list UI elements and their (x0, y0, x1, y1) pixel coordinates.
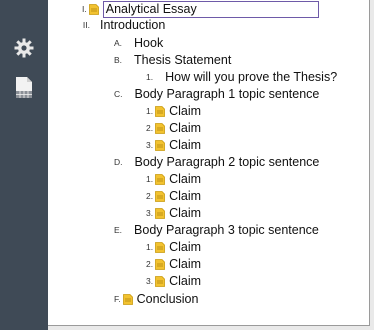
note-icon[interactable] (155, 208, 165, 219)
row-marker: 3. (146, 276, 154, 286)
row-text[interactable]: Introduction (100, 16, 165, 35)
note-icon[interactable] (155, 106, 165, 117)
row-marker: II. (82, 20, 90, 30)
sidebar (0, 0, 48, 330)
row-text[interactable]: Conclusion (137, 290, 199, 309)
outline-document: I. Analytical Essay II. Introduction A. … (48, 0, 370, 326)
gear-button[interactable] (10, 34, 38, 62)
outline-row[interactable]: 3. Claim (146, 272, 201, 291)
row-marker: C. (114, 89, 123, 99)
row-marker: B. (114, 55, 123, 65)
note-icon[interactable] (155, 174, 165, 185)
outline-row[interactable]: II. Introduction (80, 16, 165, 35)
note-icon[interactable] (155, 242, 165, 253)
note-icon[interactable] (155, 123, 165, 134)
note-icon[interactable] (88, 4, 99, 15)
outline-row[interactable]: D. Body Paragraph 2 topic sentence (114, 153, 319, 172)
note-icon[interactable] (155, 191, 165, 202)
document-table-icon (14, 76, 34, 100)
outline-row[interactable]: F. Conclusion (114, 290, 198, 309)
note-icon[interactable] (155, 276, 165, 287)
row-marker: D. (114, 157, 123, 167)
row-marker: E. (114, 225, 123, 235)
note-icon[interactable] (155, 140, 165, 151)
outline-row[interactable]: E. Body Paragraph 3 topic sentence (114, 221, 319, 240)
document-button[interactable] (10, 74, 38, 102)
note-icon[interactable] (122, 294, 133, 305)
note-icon[interactable] (155, 259, 165, 270)
row-marker: F. (114, 294, 121, 304)
row-text[interactable]: Claim (169, 272, 201, 291)
outline-row[interactable]: C. Body Paragraph 1 topic sentence (114, 85, 319, 104)
gear-icon (13, 37, 35, 59)
